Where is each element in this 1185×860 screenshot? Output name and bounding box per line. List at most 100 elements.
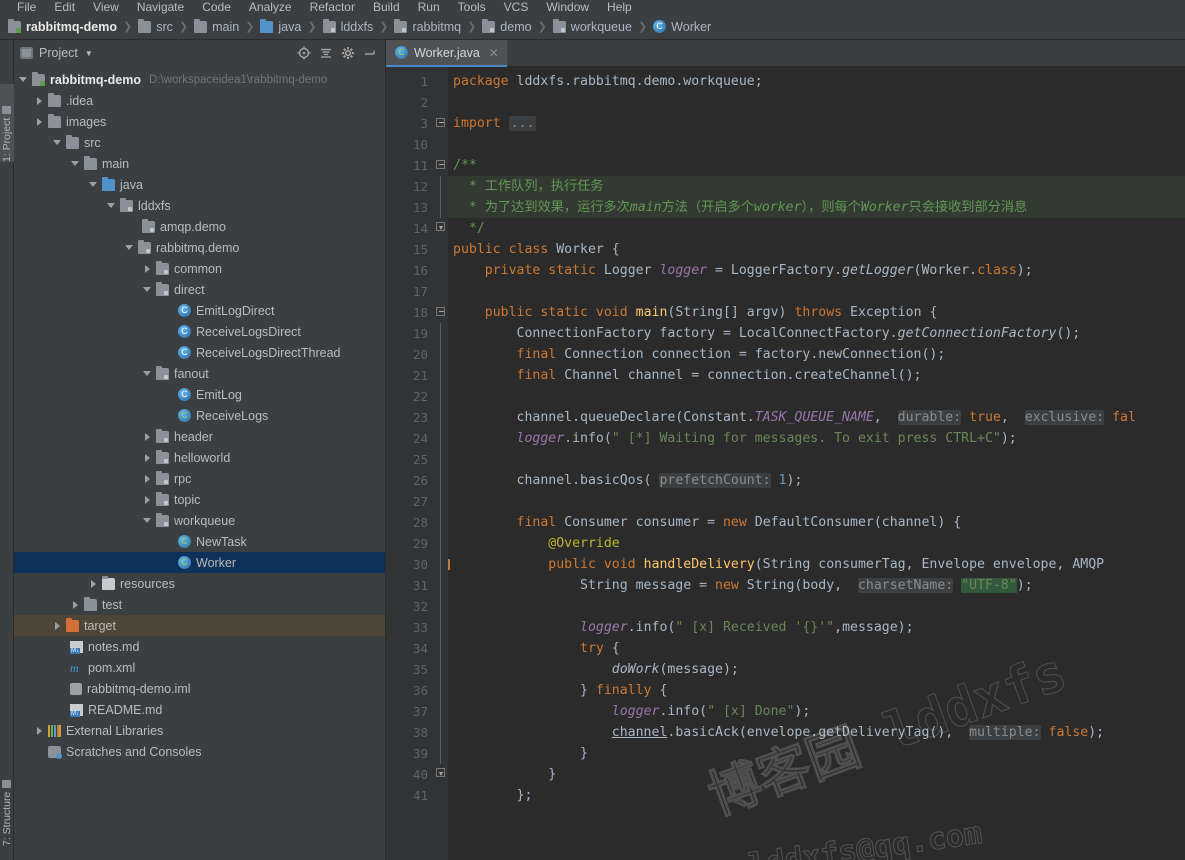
tree-row-readme-md[interactable]: README.md — [14, 699, 385, 720]
chevron-right-icon[interactable] — [142, 452, 153, 463]
project-tree[interactable]: rabbitmq-demo D:\workspaceidea1\rabbitmq… — [14, 66, 385, 860]
tree-row-fanout[interactable]: fanout — [14, 363, 385, 384]
chevron-down-icon[interactable] — [124, 242, 135, 253]
menu-item-window[interactable]: Window — [537, 1, 598, 14]
chevron-right-icon[interactable] — [34, 725, 45, 736]
breadcrumb-item-project[interactable]: rabbitmq-demo — [8, 18, 117, 34]
chevron-down-icon[interactable] — [142, 515, 153, 526]
tree-row-target[interactable]: target — [14, 615, 385, 636]
chevron-down-icon[interactable] — [52, 137, 63, 148]
gear-icon[interactable] — [337, 43, 359, 63]
collapse-all-icon[interactable] — [315, 43, 337, 63]
tree-row-worker[interactable]: Worker — [14, 552, 385, 573]
tree-row-emitlogdirect[interactable]: EmitLogDirect — [14, 300, 385, 321]
editor-tab-worker-java[interactable]: Worker.java ✕ — [386, 40, 507, 67]
tree-row-test[interactable]: test — [14, 594, 385, 615]
menu-item-tools[interactable]: Tools — [449, 1, 495, 14]
fold-marker-consumer-end[interactable] — [434, 764, 448, 785]
chevron-right-icon[interactable] — [142, 263, 153, 274]
chevron-right-icon[interactable] — [88, 578, 99, 589]
tool-window-button-structure[interactable]: 7: Structure — [0, 766, 14, 846]
menu-item-refactor[interactable]: Refactor — [301, 1, 364, 14]
breadcrumb-item-src[interactable]: src — [138, 18, 173, 34]
tree-row-workqueue[interactable]: workqueue — [14, 510, 385, 531]
tree-row-rabbitmq-demo-pkg[interactable]: rabbitmq.demo — [14, 237, 385, 258]
tree-row-pom-xml[interactable]: m pom.xml — [14, 657, 385, 678]
chevron-right-icon[interactable] — [142, 431, 153, 442]
tree-row-header[interactable]: header — [14, 426, 385, 447]
tree-row-project-root[interactable]: rabbitmq-demo D:\workspaceidea1\rabbitmq… — [14, 69, 385, 90]
breadcrumb-item-java[interactable]: java — [260, 18, 301, 34]
menu-item-help[interactable]: Help — [598, 1, 641, 14]
menu-item-view[interactable]: View — [84, 1, 128, 14]
tree-row-direct[interactable]: direct — [14, 279, 385, 300]
chevron-right-icon[interactable] — [142, 473, 153, 484]
tree-row-scratches[interactable]: Scratches and Consoles — [14, 741, 385, 762]
chevron-down-icon[interactable] — [18, 74, 29, 85]
breadcrumb-item-rabbitmq[interactable]: rabbitmq — [394, 18, 461, 34]
line-number-with-override-marker[interactable]: 30 — [386, 554, 450, 575]
tool-window-button-project[interactable]: 1: Project — [0, 84, 14, 162]
chevron-down-icon[interactable] — [70, 158, 81, 169]
line-number-label: 15 — [412, 242, 428, 257]
tree-row-emitlog[interactable]: EmitLog — [14, 384, 385, 405]
chevron-right-icon[interactable] — [52, 620, 63, 631]
code-text[interactable]: package lddxfs.rabbitmq.demo.workqueue; … — [448, 67, 1185, 860]
menu-bar[interactable]: File Edit View Navigate Code Analyze Ref… — [0, 0, 1185, 14]
tree-row-java[interactable]: java — [14, 174, 385, 195]
fold-marker-imports[interactable] — [434, 113, 448, 134]
tree-row-idea[interactable]: .idea — [14, 90, 385, 111]
breadcrumb-item-main[interactable]: main — [194, 18, 239, 34]
line-number-with-run-marker[interactable]: 15 — [386, 239, 447, 260]
tree-row-main[interactable]: main — [14, 153, 385, 174]
tree-row-common[interactable]: common — [14, 258, 385, 279]
line-number-with-run-marker[interactable]: 18 — [386, 302, 447, 323]
chevron-right-icon[interactable] — [70, 599, 81, 610]
breadcrumb-item-lddxfs[interactable]: lddxfs — [322, 18, 373, 34]
tree-row-resources[interactable]: resources — [14, 573, 385, 594]
breadcrumb-item-worker[interactable]: Worker — [653, 20, 711, 34]
code-viewport[interactable]: 1 2 3 10 11 12 13 14 15 16 17 18 19 20 2… — [386, 67, 1185, 860]
tree-row-notes-md[interactable]: notes.md — [14, 636, 385, 657]
tree-row-helloworld[interactable]: helloworld — [14, 447, 385, 468]
tree-row-receivelogsdirect[interactable]: ReceiveLogsDirect — [14, 321, 385, 342]
chevron-down-icon[interactable] — [142, 284, 153, 295]
tree-row-external-libraries[interactable]: External Libraries — [14, 720, 385, 741]
tree-row-newtask[interactable]: NewTask — [14, 531, 385, 552]
breadcrumb-item-workqueue[interactable]: workqueue — [552, 18, 632, 34]
menu-item-analyze[interactable]: Analyze — [240, 1, 301, 14]
tree-row-lddxfs[interactable]: lddxfs — [14, 195, 385, 216]
tree-row-receivelogs[interactable]: ReceiveLogs — [14, 405, 385, 426]
chevron-right-icon[interactable] — [142, 494, 153, 505]
java-class-icon — [653, 20, 667, 33]
close-icon[interactable]: ✕ — [489, 46, 499, 60]
menu-item-navigate[interactable]: Navigate — [128, 1, 193, 14]
hide-panel-icon[interactable] — [359, 43, 381, 63]
locate-file-icon[interactable] — [293, 43, 315, 63]
chevron-down-icon[interactable]: ▼ — [85, 49, 93, 58]
chevron-down-icon[interactable] — [142, 368, 153, 379]
menu-item-run[interactable]: Run — [409, 1, 449, 14]
fold-marker-javadoc[interactable] — [434, 155, 448, 176]
chevron-right-icon[interactable] — [34, 116, 45, 127]
chevron-down-icon[interactable] — [106, 200, 117, 211]
tree-row-rpc[interactable]: rpc — [14, 468, 385, 489]
fold-marker-javadoc-end[interactable] — [434, 218, 448, 239]
menu-item-file[interactable]: File — [8, 1, 45, 14]
tree-row-images[interactable]: images — [14, 111, 385, 132]
tree-row-iml[interactable]: rabbitmq-demo.iml — [14, 678, 385, 699]
menu-item-code[interactable]: Code — [193, 1, 240, 14]
tree-row-amqp-demo[interactable]: amqp.demo — [14, 216, 385, 237]
tree-row-topic[interactable]: topic — [14, 489, 385, 510]
chevron-right-icon[interactable] — [34, 95, 45, 106]
tree-row-src[interactable]: src — [14, 132, 385, 153]
code-folding-gutter[interactable] — [434, 67, 448, 860]
fold-marker-main[interactable] — [434, 302, 448, 323]
tree-row-receivelogsdirectthread[interactable]: ReceiveLogsDirectThread — [14, 342, 385, 363]
chevron-down-icon[interactable] — [88, 179, 99, 190]
breadcrumb-item-demo[interactable]: demo — [482, 18, 532, 34]
menu-item-edit[interactable]: Edit — [45, 1, 84, 14]
line-number: 38 — [412, 725, 428, 740]
menu-item-build[interactable]: Build — [364, 1, 409, 14]
menu-item-vcs[interactable]: VCS — [495, 1, 538, 14]
